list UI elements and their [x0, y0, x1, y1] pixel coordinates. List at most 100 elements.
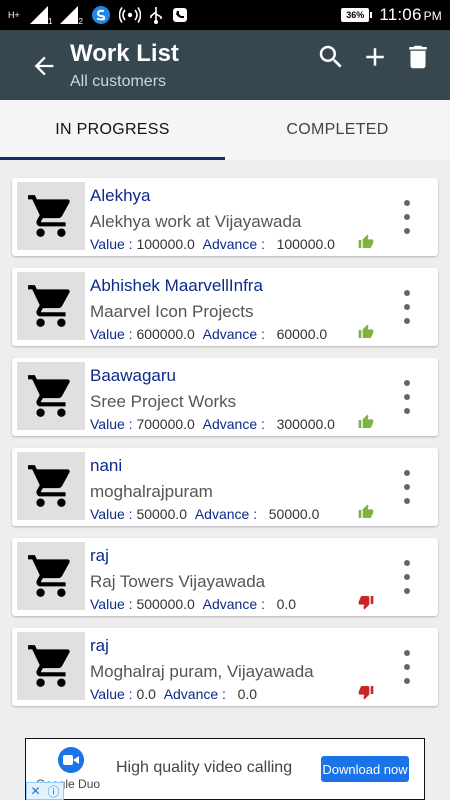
ad-banner[interactable]: Google Duo High quality video calling Do… — [25, 738, 425, 800]
value-amount: 500000.0 — [136, 596, 195, 612]
advance-amount: 100000.0 — [276, 236, 335, 252]
list-item[interactable]: Abhishek MaarvellInfra Maarvel Icon Proje… — [12, 268, 438, 346]
thumbs-up-icon — [358, 504, 374, 520]
work-description: Moghalraj puram, Vijayawada — [90, 662, 314, 681]
advance-amount: 50000.0 — [268, 506, 320, 522]
thumbs-up-icon — [358, 324, 374, 340]
signal-icon-sim1 — [30, 6, 48, 24]
page-title: Work List — [70, 40, 179, 67]
clock: 11:06 PM — [379, 5, 442, 25]
add-icon[interactable] — [360, 42, 390, 72]
ad-text: High quality video calling — [116, 759, 293, 776]
thumbs-up-icon — [358, 234, 374, 250]
info-icon[interactable]: ⓘ — [47, 783, 59, 800]
work-description: moghalrajpuram — [90, 482, 213, 501]
tab-bar: IN PROGRESS COMPLETED — [0, 100, 450, 160]
value-label: Value : — [90, 596, 133, 612]
customer-name: nani — [90, 456, 123, 475]
shopping-cart-icon — [28, 465, 70, 507]
more-vert-icon[interactable] — [400, 560, 414, 594]
work-description: Alekhya work at Vijayawada — [90, 212, 302, 231]
more-vert-icon[interactable] — [400, 200, 414, 234]
work-description: Maarvel Icon Projects — [90, 302, 254, 321]
signal-icon-sim2 — [60, 6, 79, 24]
list-item[interactable]: raj Moghalraj puram, Vijayawada Value : 0.… — [12, 628, 438, 706]
battery-icon: 36% — [341, 8, 373, 22]
delete-icon[interactable] — [403, 42, 433, 72]
list-item[interactable]: Baawagaru Sree Project Works Value : 70000… — [12, 358, 438, 436]
advance-amount: 300000.0 — [276, 416, 335, 432]
value-label: Value : — [90, 416, 133, 432]
shopping-cart-icon — [28, 555, 70, 597]
video-camera-icon — [58, 747, 84, 773]
list-item[interactable]: raj Raj Towers Vijayawada Value : 500000.0… — [12, 538, 438, 616]
item-thumbnail — [17, 542, 85, 610]
customer-name: Abhishek MaarvellInfra — [90, 276, 263, 295]
advance-amount: 0.0 — [237, 686, 258, 702]
hotspot-icon — [118, 7, 141, 23]
customer-name: Alekhya — [90, 186, 151, 205]
status-bar: H+ 1 2 36% 11:06 PM — [0, 0, 450, 30]
amount-row: Value : 500000.0 Advance : 0.0 — [90, 596, 296, 612]
item-thumbnail — [17, 272, 85, 340]
shopping-cart-icon — [28, 375, 70, 417]
shopping-cart-icon — [28, 645, 70, 687]
sim-1-label: 1 — [48, 16, 53, 26]
value-label: Value : — [90, 326, 133, 342]
list-item[interactable]: nani moghalrajpuram Value : 50000.0 Advanc… — [12, 448, 438, 526]
customer-name: raj — [90, 546, 109, 565]
advance-label: Advance : — [163, 686, 226, 702]
close-icon[interactable]: ✕ — [30, 784, 40, 798]
value-amount: 600000.0 — [136, 326, 195, 342]
tab-in-progress[interactable]: IN PROGRESS — [0, 100, 225, 160]
sim-2-label: 2 — [78, 16, 83, 26]
ad-choices[interactable]: ✕ ⓘ — [26, 782, 64, 800]
search-icon[interactable] — [316, 42, 346, 72]
more-vert-icon[interactable] — [400, 380, 414, 414]
more-vert-icon[interactable] — [400, 470, 414, 504]
amount-row: Value : 600000.0 Advance : 60000.0 — [90, 326, 327, 342]
more-vert-icon[interactable] — [400, 650, 414, 684]
amount-row: Value : 0.0 Advance : 0.0 — [90, 686, 257, 702]
tab-completed[interactable]: COMPLETED — [225, 100, 450, 160]
battery-level: 36% — [346, 10, 365, 20]
list-item[interactable]: Alekhya Alekhya work at Vijayawada Value :… — [12, 178, 438, 256]
advance-label: Advance : — [202, 236, 265, 252]
thumbs-down-icon — [358, 684, 374, 700]
shopping-cart-icon — [28, 285, 70, 327]
amount-row: Value : 100000.0 Advance : 100000.0 — [90, 236, 335, 252]
value-amount: 100000.0 — [136, 236, 195, 252]
value-label: Value : — [90, 506, 133, 522]
back-arrow-icon[interactable] — [30, 52, 58, 80]
thumbs-up-icon — [358, 414, 374, 430]
value-amount: 50000.0 — [136, 506, 188, 522]
thumbs-down-icon — [358, 594, 374, 610]
item-thumbnail — [17, 632, 85, 700]
usb-icon — [150, 7, 162, 24]
more-vert-icon[interactable] — [400, 290, 414, 324]
advance-amount: 60000.0 — [276, 326, 328, 342]
advance-label: Advance : — [194, 506, 258, 522]
item-thumbnail — [17, 452, 85, 520]
work-description: Raj Towers Vijayawada — [90, 572, 266, 591]
network-type-1: H+ — [8, 9, 20, 20]
amount-row: Value : 50000.0 Advance : 50000.0 — [90, 506, 319, 522]
item-thumbnail — [17, 182, 85, 250]
customer-name: Baawagaru — [90, 366, 177, 385]
clock-time: 11:06 — [379, 5, 422, 24]
amount-row: Value : 700000.0 Advance : 300000.0 — [90, 416, 335, 432]
notification-call-icon — [172, 8, 187, 22]
clock-ampm: PM — [423, 9, 442, 23]
work-description: Sree Project Works — [90, 392, 237, 411]
advance-amount: 0.0 — [276, 596, 297, 612]
page-subtitle: All customers — [70, 73, 167, 90]
customer-name: raj — [90, 636, 109, 655]
advance-label: Advance : — [202, 416, 265, 432]
item-thumbnail — [17, 362, 85, 430]
shopping-cart-icon — [28, 195, 70, 237]
ad-download-button[interactable]: Download now — [321, 756, 409, 782]
app-bar: Work List All customers — [0, 30, 450, 100]
work-list: Alekhya Alekhya work at Vijayawada Value :… — [12, 178, 438, 718]
value-label: Value : — [90, 686, 133, 702]
app-s-icon — [91, 6, 110, 24]
